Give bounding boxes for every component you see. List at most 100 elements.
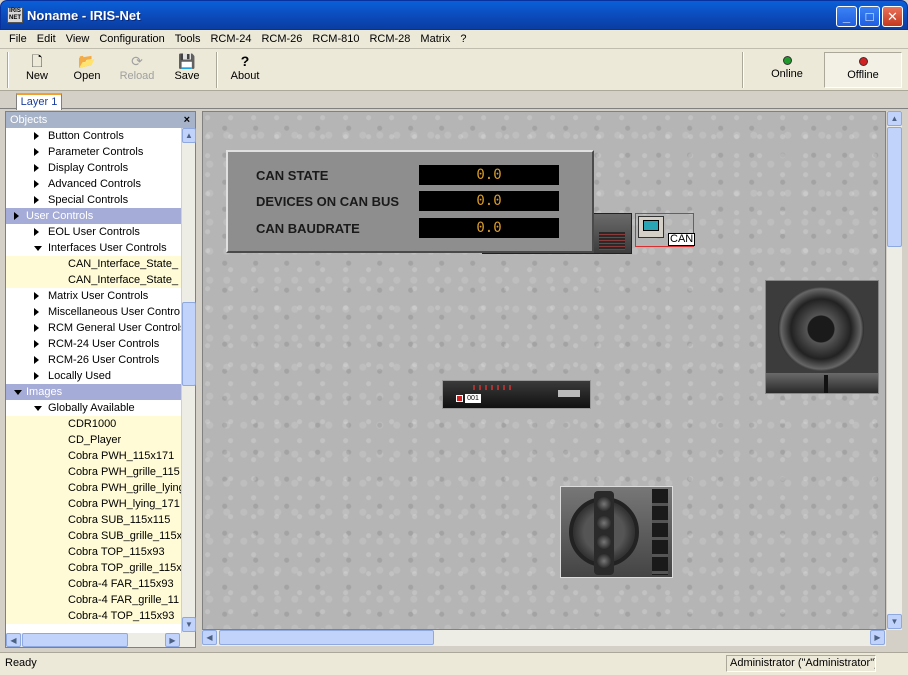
tree-item[interactable]: Interfaces User Controls — [6, 240, 181, 256]
menu-edit[interactable]: Edit — [32, 33, 61, 45]
menu-bar: File Edit View Configuration Tools RCM-2… — [0, 30, 908, 49]
maximize-button[interactable]: □ — [859, 6, 880, 27]
canvas-scroll-down-icon[interactable]: ▼ — [887, 614, 902, 629]
tree-item[interactable]: Cobra SUB_grille_115x — [6, 528, 181, 544]
menu-configuration[interactable]: Configuration — [94, 33, 169, 45]
can-state-value: 0.0 — [419, 165, 559, 185]
menu-help[interactable]: ? — [455, 33, 471, 45]
can-status-panel[interactable]: CAN STATE 0.0 DEVICES ON CAN BUS 0.0 CAN… — [226, 150, 594, 253]
tree-item[interactable]: Cobra PWH_115x171 — [6, 448, 181, 464]
reload-button[interactable]: ⟳ Reload — [114, 53, 160, 87]
menu-rcm-810[interactable]: RCM-810 — [307, 33, 364, 45]
subwoofer-image[interactable] — [765, 280, 879, 394]
objects-horizontal-scrollbar[interactable]: ◀ ▶ — [6, 633, 195, 647]
tree-item[interactable]: Cobra-4 TOP_115x93 — [6, 608, 181, 624]
can-interface-object[interactable]: CAN — [635, 213, 696, 247]
canvas-scroll-left-icon[interactable]: ◀ — [202, 630, 217, 645]
tree-item[interactable]: Locally Used — [6, 368, 181, 384]
rack-device-image[interactable]: 001 — [442, 380, 591, 409]
collapsed-arrow-icon[interactable] — [34, 372, 39, 380]
collapsed-arrow-icon[interactable] — [34, 196, 39, 204]
can-baudrate-value: 0.0 — [419, 218, 559, 238]
tree-item[interactable]: CD_Player — [6, 432, 181, 448]
status-text: Ready — [5, 657, 37, 669]
tree-item[interactable]: CAN_Interface_State_ — [6, 256, 181, 272]
tree-item[interactable]: EOL User Controls — [6, 224, 181, 240]
close-icon[interactable]: × — [184, 112, 190, 128]
tree-item[interactable]: Cobra PWH_grille_lying — [6, 480, 181, 496]
tree-item[interactable]: RCM-26 User Controls — [6, 352, 181, 368]
objects-vertical-scrollbar[interactable]: ▲ ▼ — [181, 128, 196, 633]
tree-item[interactable]: CDR1000 — [6, 416, 181, 432]
menu-rcm-26[interactable]: RCM-26 — [256, 33, 307, 45]
tree-item[interactable]: Cobra TOP_grille_115x — [6, 560, 181, 576]
tree-item[interactable]: Cobra PWH_lying_171 — [6, 496, 181, 512]
canvas-scroll-thumb-horizontal[interactable] — [219, 630, 434, 645]
menu-matrix[interactable]: Matrix — [415, 33, 455, 45]
collapsed-arrow-icon[interactable] — [34, 356, 39, 364]
tree-item-label: Cobra-4 FAR_115x93 — [68, 578, 174, 590]
new-button[interactable]: 🗋 New — [14, 53, 60, 87]
tree-item[interactable]: RCM General User Controls — [6, 320, 181, 336]
scroll-left-icon[interactable]: ◀ — [6, 633, 21, 647]
collapsed-arrow-icon[interactable] — [34, 324, 39, 332]
tree-item[interactable]: Cobra SUB_115x115 — [6, 512, 181, 528]
collapsed-arrow-icon[interactable] — [34, 148, 39, 156]
expanded-arrow-icon[interactable] — [14, 390, 22, 395]
collapsed-arrow-icon[interactable] — [34, 180, 39, 188]
app-icon[interactable]: IRIS NET — [7, 7, 23, 23]
offline-button[interactable]: Offline — [824, 52, 902, 88]
menu-file[interactable]: File — [4, 33, 32, 45]
menu-rcm-28[interactable]: RCM-28 — [364, 33, 415, 45]
top-speaker-image[interactable] — [560, 486, 673, 578]
close-button[interactable]: ✕ — [882, 6, 903, 27]
expanded-arrow-icon[interactable] — [34, 406, 42, 411]
tree-item[interactable]: Button Controls — [6, 128, 181, 144]
canvas-scroll-right-icon[interactable]: ▶ — [870, 630, 885, 645]
tree-group[interactable]: Images — [6, 384, 181, 400]
tree-item[interactable]: RCM-24 User Controls — [6, 336, 181, 352]
tree-item[interactable]: Miscellaneous User Contro — [6, 304, 181, 320]
canvas-horizontal-scrollbar[interactable]: ◀ ▶ — [202, 630, 886, 646]
canvas-scroll-thumb[interactable] — [887, 127, 902, 247]
menu-rcm-24[interactable]: RCM-24 — [205, 33, 256, 45]
tree-item[interactable]: Display Controls — [6, 160, 181, 176]
tree-item[interactable]: CAN_Interface_State_ — [6, 272, 181, 288]
about-button[interactable]: ? About — [222, 53, 268, 87]
collapsed-arrow-icon[interactable] — [34, 164, 39, 172]
tab-layer-1[interactable]: Layer 1 — [16, 93, 62, 110]
canvas-vertical-scrollbar[interactable]: ▲ ▼ — [886, 111, 902, 630]
scroll-thumb-horizontal[interactable] — [22, 633, 128, 647]
tree-item-label: Globally Available — [48, 402, 135, 414]
canvas-scroll-up-icon[interactable]: ▲ — [887, 111, 902, 126]
online-button[interactable]: Online — [748, 52, 826, 88]
tree-item[interactable]: Cobra TOP_115x93 — [6, 544, 181, 560]
tree-item[interactable]: Parameter Controls — [6, 144, 181, 160]
tree-item[interactable]: Globally Available — [6, 400, 181, 416]
tree-item[interactable]: Matrix User Controls — [6, 288, 181, 304]
layout-canvas[interactable]: CAN STATE 0.0 DEVICES ON CAN BUS 0.0 CAN… — [202, 111, 886, 630]
scroll-down-icon[interactable]: ▼ — [182, 617, 196, 632]
save-button[interactable]: 💾 Save — [164, 53, 210, 87]
collapsed-arrow-icon[interactable] — [34, 228, 39, 236]
collapsed-arrow-icon[interactable] — [34, 340, 39, 348]
tree-item[interactable]: Cobra PWH_grille_115 — [6, 464, 181, 480]
tree-item[interactable]: Cobra-4 FAR_115x93 — [6, 576, 181, 592]
menu-tools[interactable]: Tools — [170, 33, 206, 45]
tree-item[interactable]: Advanced Controls — [6, 176, 181, 192]
collapsed-arrow-icon[interactable] — [34, 308, 39, 316]
computer-icon — [638, 216, 664, 238]
scroll-up-icon[interactable]: ▲ — [182, 128, 196, 143]
collapsed-arrow-icon[interactable] — [14, 212, 19, 220]
collapsed-arrow-icon[interactable] — [34, 132, 39, 140]
minimize-button[interactable]: _ — [836, 6, 857, 27]
tree-group[interactable]: User Controls — [6, 208, 181, 224]
expanded-arrow-icon[interactable] — [34, 246, 42, 251]
tree-item[interactable]: Special Controls — [6, 192, 181, 208]
scroll-thumb[interactable] — [182, 302, 196, 386]
menu-view[interactable]: View — [61, 33, 95, 45]
tree-item[interactable]: Cobra-4 FAR_grille_11 — [6, 592, 181, 608]
scroll-right-icon[interactable]: ▶ — [165, 633, 180, 647]
open-button[interactable]: 📂 Open — [64, 53, 110, 87]
collapsed-arrow-icon[interactable] — [34, 292, 39, 300]
